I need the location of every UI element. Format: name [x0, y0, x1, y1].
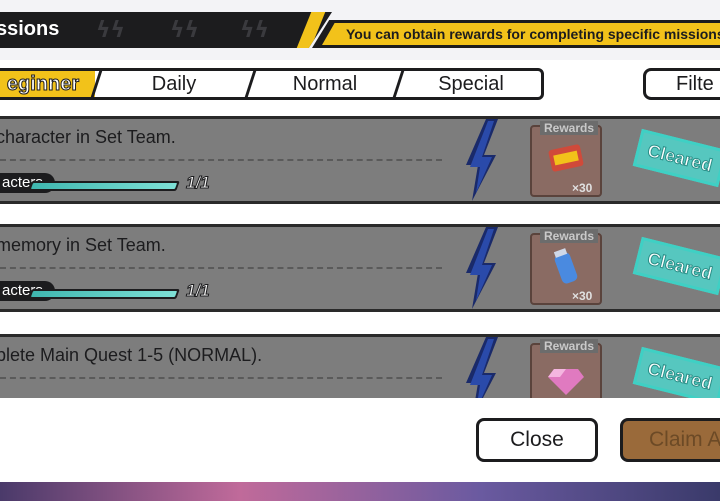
page-title: ssions	[0, 18, 60, 40]
lightning-icon: ϟϟ	[170, 18, 200, 43]
bottom-art-strip	[0, 482, 720, 501]
filter-button[interactable]: Filte	[643, 68, 720, 100]
ticket-icon	[548, 144, 584, 172]
lightning-icon: ϟϟ	[240, 18, 270, 43]
progress-count: 1/1	[186, 173, 211, 193]
lightning-divider-icon	[466, 227, 498, 309]
progress-count: 1/1	[186, 281, 211, 301]
mission-list[interactable]: character in Set Team. acters 1/1 Reward…	[0, 116, 720, 398]
mission-text: memory in Set Team.	[0, 235, 166, 255]
tab-label: Special	[438, 72, 504, 95]
reward-count: ×30	[572, 181, 593, 195]
mission-row[interactable]: plete Main Quest 1-5 (NORMAL). Rewards C…	[0, 334, 720, 398]
progress-bar	[28, 289, 180, 299]
mission-divider	[0, 377, 442, 379]
cleared-label: Cleared	[645, 357, 715, 394]
close-button[interactable]: Close	[476, 418, 598, 462]
progress-fill	[30, 183, 178, 189]
tab-label: Daily	[151, 72, 197, 95]
rewards-label: Rewards	[540, 121, 599, 135]
tab-beginner[interactable]: eginner	[0, 71, 95, 97]
mission-row[interactable]: character in Set Team. acters 1/1 Reward…	[0, 116, 720, 204]
mission-divider	[0, 159, 442, 161]
gem-icon	[548, 369, 584, 395]
progress-fill	[30, 291, 178, 297]
lightning-divider-icon	[466, 119, 498, 201]
reward-count: ×30	[572, 289, 593, 303]
close-label: Close	[510, 428, 564, 451]
page-subtitle: You can obtain rewards for completing sp…	[346, 26, 720, 42]
cleared-label: Cleared	[645, 139, 715, 176]
rewards-label: Rewards	[540, 339, 599, 353]
mission-row[interactable]: memory in Set Team. acters 1/1 Rewards ×…	[0, 224, 720, 312]
progress-bar	[28, 181, 180, 191]
claim-label: Claim A	[649, 428, 720, 451]
cleared-stamp: Cleared	[632, 346, 720, 398]
mission-text: plete Main Quest 1-5 (NORMAL).	[0, 345, 263, 365]
tab-label: eginner	[6, 72, 80, 95]
potion-bottle-icon	[553, 248, 578, 284]
cleared-label: Cleared	[645, 247, 715, 284]
rewards-label: Rewards	[540, 229, 599, 243]
lightning-icon: ϟϟ	[96, 18, 126, 43]
lightning-divider-icon	[466, 337, 498, 398]
cleared-stamp: Cleared	[632, 236, 720, 296]
claim-all-button[interactable]: Claim A	[620, 418, 720, 462]
mission-divider	[0, 267, 442, 269]
mission-text: character in Set Team.	[0, 127, 176, 147]
tab-special[interactable]: Special	[401, 71, 541, 97]
tab-daily[interactable]: Daily	[99, 71, 249, 97]
tab-normal[interactable]: Normal	[253, 71, 397, 97]
cleared-stamp: Cleared	[632, 128, 720, 188]
mission-tabs: eginner Daily Normal Special	[0, 68, 544, 100]
filter-label: Filte	[676, 72, 714, 95]
tab-label: Normal	[292, 72, 358, 95]
